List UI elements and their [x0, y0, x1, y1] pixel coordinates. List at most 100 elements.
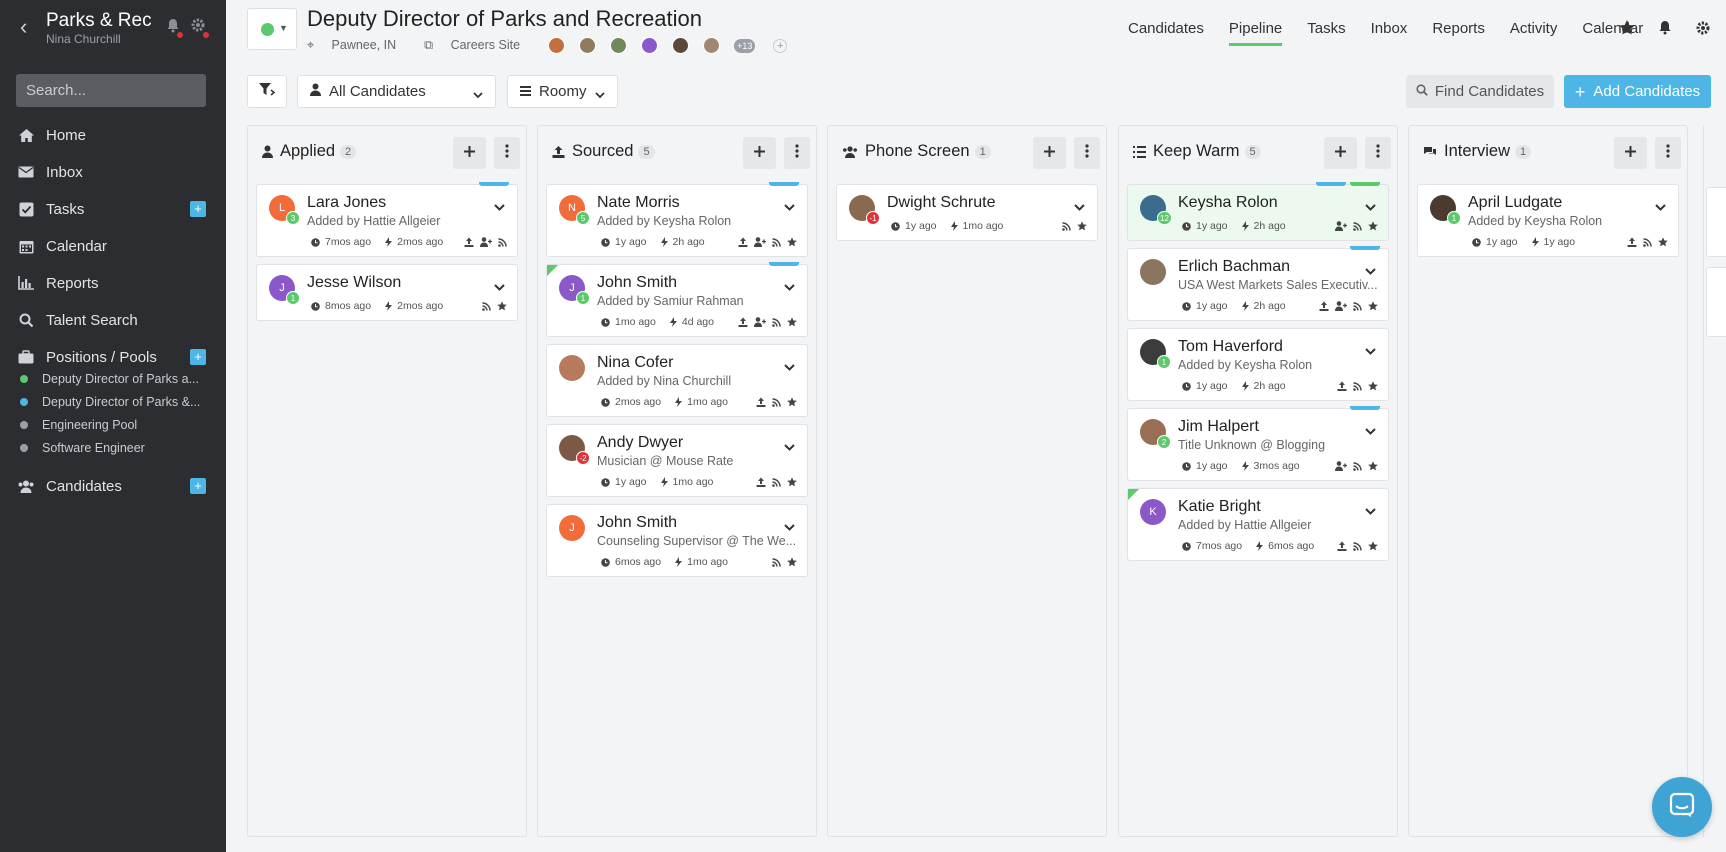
upload-icon[interactable]	[1319, 301, 1329, 311]
tab-reports[interactable]: Reports	[1432, 20, 1485, 45]
rss-icon[interactable]	[1062, 221, 1071, 231]
candidate-filter-select[interactable]: All Candidates	[297, 75, 496, 108]
column-title[interactable]: Interview 1	[1423, 142, 1532, 161]
star-icon[interactable]	[1658, 237, 1668, 247]
upload-icon[interactable]	[1627, 237, 1637, 247]
candidate-name[interactable]: Nina Cofer	[597, 354, 673, 372]
column-menu-button[interactable]	[494, 137, 520, 169]
rss-icon[interactable]	[1353, 221, 1362, 231]
add-to-stage-button[interactable]	[1033, 137, 1066, 169]
add-to-stage-button[interactable]	[1324, 137, 1357, 169]
candidate-card[interactable]: 1 April Ludgate Added by Keysha Rolon 1y ag…	[1417, 184, 1679, 257]
tab-candidates[interactable]: Candidates	[1128, 20, 1204, 45]
position-item[interactable]: Deputy Director of Parks a...	[20, 372, 199, 386]
star-icon[interactable]	[1368, 461, 1378, 471]
next-column-peek[interactable]	[1703, 125, 1726, 837]
bell-icon[interactable]	[1655, 20, 1675, 36]
candidate-card[interactable]: J 1 John Smith Added by Samiur Rahman 1mo ag…	[546, 262, 808, 337]
rss-icon[interactable]	[1353, 301, 1362, 311]
upload-icon[interactable]	[1337, 541, 1347, 551]
star-icon[interactable]	[787, 317, 797, 327]
settings-gear-icon[interactable]	[1693, 20, 1713, 36]
candidate-card[interactable]: L 3 Lara Jones Added by Hattie Allgeier 7mos…	[256, 182, 518, 257]
chevron-down-icon[interactable]	[784, 198, 795, 216]
chevron-down-icon[interactable]	[1365, 198, 1376, 216]
candidate-name[interactable]: John Smith	[597, 274, 677, 292]
rss-icon[interactable]	[772, 317, 781, 327]
star-icon[interactable]	[1077, 221, 1087, 231]
candidate-card[interactable]: K Katie Bright Added by Hattie Allgeier 7mo…	[1127, 488, 1389, 561]
view-density-select[interactable]: Roomy	[507, 75, 618, 108]
candidate-card[interactable]: Nina Cofer Added by Nina Churchill 2mos ag…	[546, 344, 808, 417]
upload-icon[interactable]	[738, 237, 748, 247]
column-menu-button[interactable]	[1365, 137, 1391, 169]
column-title[interactable]: Keep Warm 5	[1133, 142, 1261, 161]
job-status-dropdown[interactable]: ▼	[247, 8, 297, 50]
sidebar-item-calendar[interactable]: Calendar	[16, 234, 212, 258]
avatar[interactable]	[1140, 259, 1166, 285]
candidate-name[interactable]: Andy Dwyer	[597, 434, 683, 452]
rss-icon[interactable]	[772, 237, 781, 247]
star-icon[interactable]	[1368, 221, 1378, 231]
candidate-name[interactable]: Dwight Schrute	[887, 194, 996, 212]
chevron-down-icon[interactable]	[784, 438, 795, 456]
add-to-stage-button[interactable]	[743, 137, 776, 169]
rss-icon[interactable]	[1643, 237, 1652, 247]
sidebar-item-tasks[interactable]: Tasks +	[16, 197, 212, 221]
chevron-down-icon[interactable]	[1365, 342, 1376, 360]
user-plus-icon[interactable]	[480, 237, 492, 247]
column-title[interactable]: Applied 2	[262, 142, 357, 161]
careers-site-link[interactable]: ⧉ Careers Site	[424, 38, 534, 53]
rss-icon[interactable]	[498, 237, 507, 247]
position-item[interactable]: Engineering Pool	[20, 418, 137, 432]
candidate-name[interactable]: John Smith	[597, 514, 677, 532]
sidebar-item-reports[interactable]: Reports	[16, 271, 212, 295]
candidate-card[interactable]: J John Smith Counseling Supervisor @ The W…	[546, 504, 808, 577]
column-title[interactable]: Phone Screen 1	[842, 142, 991, 161]
column-title[interactable]: Sourced 5	[552, 142, 655, 161]
position-item[interactable]: Software Engineer	[20, 441, 145, 455]
position-item[interactable]: Deputy Director of Parks &...	[20, 395, 200, 409]
user-plus-icon[interactable]	[1335, 301, 1347, 311]
tab-tasks[interactable]: Tasks	[1307, 20, 1345, 45]
star-icon[interactable]	[787, 397, 797, 407]
add-position-button[interactable]: +	[190, 349, 206, 365]
rss-icon[interactable]	[1353, 541, 1362, 551]
star-icon[interactable]	[787, 557, 797, 567]
chevron-down-icon[interactable]	[784, 518, 795, 536]
rss-icon[interactable]	[482, 301, 491, 311]
upload-icon[interactable]	[738, 317, 748, 327]
upload-icon[interactable]	[756, 477, 766, 487]
rss-icon[interactable]	[772, 477, 781, 487]
chevron-down-icon[interactable]	[1074, 198, 1085, 216]
filter-button[interactable]	[247, 75, 287, 108]
avatar[interactable]: K	[1140, 499, 1166, 525]
sidebar-search-input[interactable]: Search...	[16, 74, 206, 107]
user-plus-icon[interactable]	[754, 317, 766, 327]
chevron-down-icon[interactable]	[1365, 502, 1376, 520]
candidate-card[interactable]: 12 Keysha Rolon 1y ago 2h ago	[1127, 182, 1389, 241]
sidebar-item-candidates[interactable]: Candidates +	[16, 474, 212, 498]
candidate-name[interactable]: Jesse Wilson	[307, 274, 401, 292]
add-to-stage-button[interactable]	[453, 137, 486, 169]
upload-icon[interactable]	[464, 237, 474, 247]
candidate-card[interactable]: 2 Jim Halpert Title Unknown @ Blogging 1y a…	[1127, 406, 1389, 481]
candidate-card[interactable]: J 1 Jesse Wilson 8mos ago 2mos ago	[256, 264, 518, 321]
find-candidates-button[interactable]: Find Candidates	[1406, 75, 1554, 108]
add-task-button[interactable]: +	[190, 201, 206, 217]
sidebar-item-home[interactable]: Home	[16, 123, 212, 147]
candidate-card[interactable]: Erlich Bachman USA West Markets Sales Exe…	[1127, 246, 1389, 321]
notification-bell-icon[interactable]	[166, 18, 183, 38]
upload-icon[interactable]	[756, 397, 766, 407]
add-to-stage-button[interactable]	[1614, 137, 1647, 169]
sidebar-item-positions[interactable]: Positions / Pools +	[16, 345, 212, 369]
tab-activity[interactable]: Activity	[1510, 20, 1558, 45]
rss-icon[interactable]	[1353, 461, 1362, 471]
chat-support-button[interactable]	[1652, 777, 1712, 837]
add-candidates-button[interactable]: + Add Candidates	[1564, 75, 1711, 108]
avatar[interactable]	[559, 355, 585, 381]
chevron-down-icon[interactable]	[1365, 422, 1376, 440]
star-icon[interactable]	[1368, 381, 1378, 391]
star-icon[interactable]	[1368, 541, 1378, 551]
candidate-card[interactable]: 1 Tom Haverford Added by Keysha Rolon 1y ag…	[1127, 328, 1389, 401]
